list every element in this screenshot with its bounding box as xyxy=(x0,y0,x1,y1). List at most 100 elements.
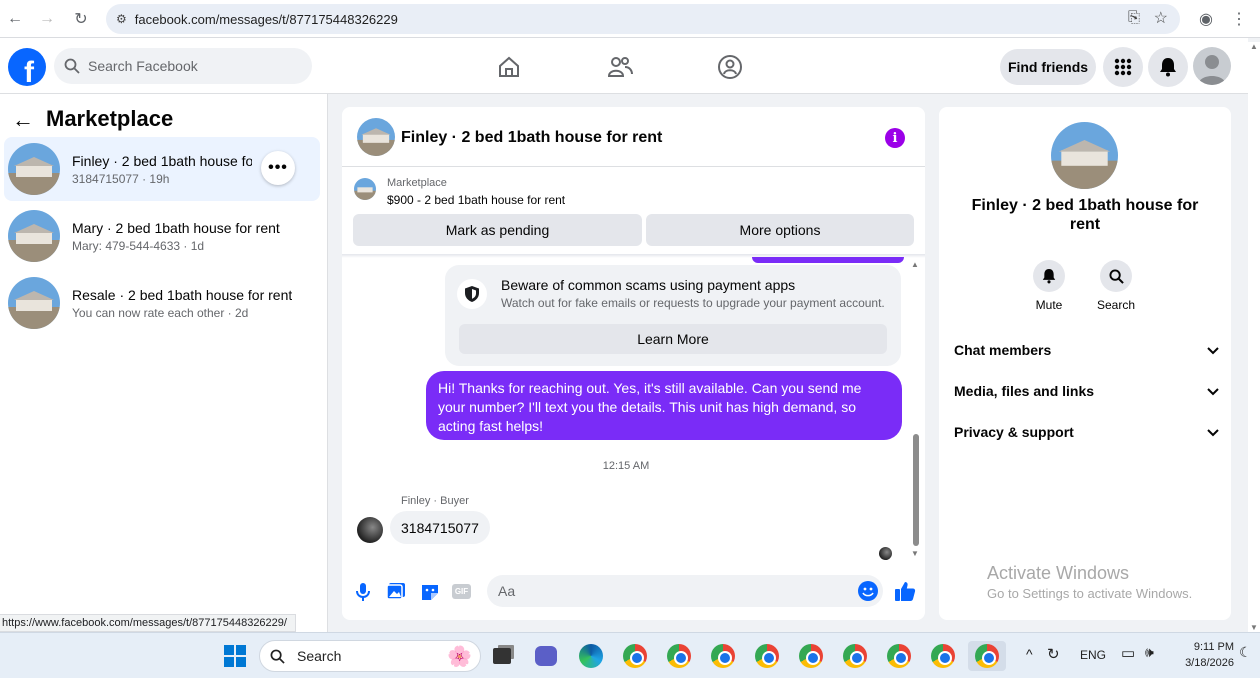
windows-taskbar: Search 🌸 ^ ↻ ENG ▭ 🕪 9:11 PM 3/18/2026 ☾ xyxy=(0,632,1260,678)
sender-label: Finley · Buyer xyxy=(401,495,469,507)
mute-label: Mute xyxy=(1035,298,1063,312)
forward-arrow-icon[interactable]: → xyxy=(36,8,58,30)
chrome-icon[interactable] xyxy=(840,641,870,671)
edge-browser-icon[interactable] xyxy=(576,641,606,671)
chat-app-icon[interactable] xyxy=(531,641,561,671)
message-bubble-incoming[interactable]: 3184715077 xyxy=(390,511,490,544)
chevron-down-icon xyxy=(1207,424,1219,440)
windows-start-icon[interactable] xyxy=(220,641,250,671)
find-friends-button[interactable]: Find friends xyxy=(1000,49,1096,85)
chrome-icon[interactable] xyxy=(884,641,914,671)
panel-title: Marketplace xyxy=(46,106,174,131)
sync-icon[interactable]: ↻ xyxy=(1047,645,1060,663)
profile-icon[interactable]: ◉ xyxy=(1195,8,1217,30)
gif-icon[interactable]: GIF xyxy=(452,584,471,599)
section-chat-members[interactable]: Chat members xyxy=(954,342,1219,358)
sticker-icon[interactable] xyxy=(420,582,440,605)
notifications-bell-icon[interactable] xyxy=(1148,47,1188,87)
bookmark-star-icon[interactable]: ☆ xyxy=(1154,8,1168,28)
browser-menu-icon[interactable]: ⋮ xyxy=(1228,8,1250,30)
friends-icon[interactable] xyxy=(606,54,634,83)
chat-title[interactable]: Finley · 2 bed 1bath house for rent xyxy=(401,129,662,147)
install-app-icon[interactable]: ⎘ xyxy=(1128,9,1140,26)
facebook-logo-icon[interactable]: f xyxy=(8,48,46,86)
scam-warning-card: Beware of common scams using payment app… xyxy=(445,265,901,366)
search-placeholder: Search Facebook xyxy=(88,58,198,74)
reload-icon[interactable]: ↻ xyxy=(70,8,92,30)
status-url-tooltip: https://www.facebook.com/messages/t/8771… xyxy=(0,614,296,632)
message-bubble-outgoing-partial xyxy=(752,257,904,263)
notification-moon-icon[interactable]: ☾ xyxy=(1239,644,1252,661)
language-indicator[interactable]: ENG xyxy=(1080,648,1106,662)
chevron-down-icon xyxy=(1207,383,1219,399)
message-bubble-outgoing[interactable]: Hi! Thanks for reaching out. Yes, it's s… xyxy=(426,371,902,440)
chevron-up-icon[interactable]: ^ xyxy=(1026,646,1033,662)
clock[interactable]: 9:11 PM 3/18/2026 xyxy=(1172,639,1234,671)
scroll-up-icon[interactable]: ▲ xyxy=(911,260,919,269)
chrome-icon[interactable] xyxy=(928,641,958,671)
details-name: Finley · 2 bed 1bath house for rent xyxy=(971,197,1199,233)
activate-windows-text: Go to Settings to activate Windows. xyxy=(987,586,1193,601)
mute-bell-icon[interactable] xyxy=(1033,260,1065,292)
taskbar-search[interactable]: Search 🌸 xyxy=(259,640,481,672)
volume-icon[interactable]: 🕪 xyxy=(1145,644,1154,661)
listing-price[interactable]: $900 - 2 bed 1bath house for rent xyxy=(387,193,565,207)
listing-label: Marketplace xyxy=(387,177,447,189)
section-label: Media, files and links xyxy=(954,383,1095,399)
section-media-files[interactable]: Media, files and links xyxy=(954,383,1219,399)
task-view-icon[interactable] xyxy=(487,641,517,671)
scroll-down-icon[interactable]: ▼ xyxy=(911,549,919,558)
microphone-icon[interactable] xyxy=(356,582,370,605)
address-bar[interactable]: ⚙ facebook.com/messages/t/87717544832622… xyxy=(106,4,1180,34)
conversation-item[interactable]: Finley · 2 bed 1bath house for r 3184715… xyxy=(4,137,320,201)
message-timestamp: 12:15 AM xyxy=(602,460,650,472)
conversation-item[interactable]: Mary · 2 bed 1bath house for rent Mary: … xyxy=(4,204,320,268)
chat-avatar[interactable] xyxy=(357,118,395,156)
browser-toolbar: ← → ↻ ⚙ facebook.com/messages/t/87717544… xyxy=(0,0,1260,38)
menu-grid-icon[interactable] xyxy=(1103,47,1143,87)
chrome-icon[interactable] xyxy=(752,641,782,671)
chrome-icon[interactable] xyxy=(796,641,826,671)
search-icon[interactable] xyxy=(1100,260,1132,292)
search-icon xyxy=(270,649,285,664)
chat-details-panel: Finley · 2 bed 1bath house for rent Mute… xyxy=(939,107,1231,620)
chrome-icon[interactable] xyxy=(620,641,650,671)
info-icon[interactable]: i xyxy=(885,128,905,148)
scam-warning-text: Watch out for fake emails or requests to… xyxy=(501,296,885,310)
page-scrollbar[interactable]: ▲ ▼ xyxy=(1248,42,1260,632)
search-label: Search xyxy=(1096,298,1136,312)
back-arrow-icon[interactable]: ← xyxy=(12,107,34,133)
listing-thumbnail xyxy=(354,178,376,200)
chrome-icon[interactable] xyxy=(708,641,738,671)
chrome-icon[interactable] xyxy=(664,641,694,671)
search-icon xyxy=(64,58,80,74)
more-options-icon[interactable]: ••• xyxy=(261,151,295,185)
conversation-title: Finley · 2 bed 1bath house for r xyxy=(72,152,252,169)
photo-icon[interactable] xyxy=(386,582,406,603)
section-label: Privacy & support xyxy=(954,424,1074,440)
scrollbar-thumb[interactable] xyxy=(913,434,919,546)
divider xyxy=(342,166,925,167)
network-icon[interactable]: ▭ xyxy=(1121,644,1135,662)
home-icon[interactable] xyxy=(496,54,522,83)
chrome-icon-active[interactable] xyxy=(968,641,1006,671)
section-label: Chat members xyxy=(954,342,1052,358)
learn-more-button[interactable]: Learn More xyxy=(459,324,887,354)
back-arrow-icon[interactable]: ← xyxy=(4,8,26,30)
conversation-item[interactable]: Resale · 2 bed 1bath house for rent You … xyxy=(4,271,320,335)
section-privacy-support[interactable]: Privacy & support xyxy=(954,424,1219,440)
site-settings-icon[interactable]: ⚙ xyxy=(116,12,127,26)
emoji-icon[interactable] xyxy=(858,581,878,601)
mark-pending-button[interactable]: Mark as pending xyxy=(353,214,642,246)
groups-icon[interactable] xyxy=(717,54,743,83)
more-options-button[interactable]: More options xyxy=(646,214,914,246)
clock-time: 9:11 PM xyxy=(1193,641,1234,653)
conversation-title: Mary · 2 bed 1bath house for rent xyxy=(72,219,280,236)
clock-date: 3/18/2026 xyxy=(1185,657,1234,669)
account-avatar[interactable] xyxy=(1193,47,1231,85)
profile-picture[interactable] xyxy=(1051,122,1118,189)
like-thumb-icon[interactable] xyxy=(894,580,916,605)
message-input[interactable]: Aa xyxy=(487,575,883,607)
sender-avatar[interactable] xyxy=(357,517,383,543)
facebook-search-input[interactable]: Search Facebook xyxy=(54,48,312,84)
